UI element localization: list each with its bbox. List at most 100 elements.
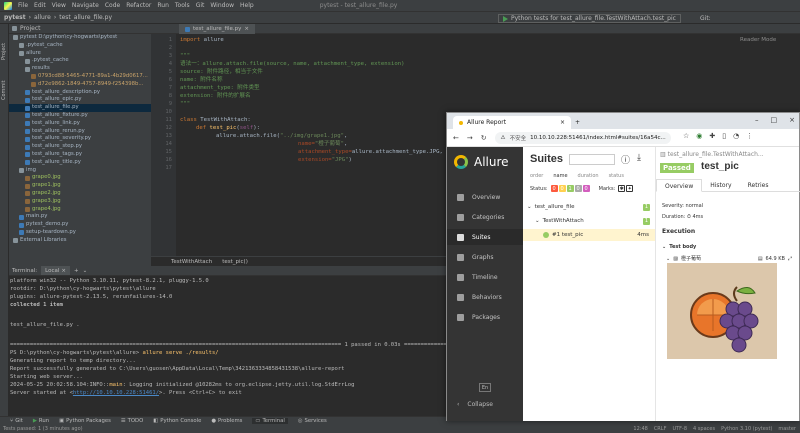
project-tree-item[interactable]: pytest_demo.py (9, 221, 151, 229)
column-order[interactable]: order (530, 173, 543, 179)
status-passed-count[interactable]: 1 (566, 185, 574, 192)
project-tree-item[interactable]: pytest D:\python\cy-hogwarts\pytest (9, 34, 151, 42)
nav-timeline[interactable]: Timeline (447, 269, 523, 285)
tab-history[interactable]: History (702, 179, 739, 192)
close-icon[interactable]: × (244, 26, 249, 32)
new-failed-mark-icon[interactable]: ✦ (626, 185, 634, 192)
project-tree-item[interactable]: test_allure_fixture.py (9, 112, 151, 120)
tool-run[interactable]: ▶ Run (33, 418, 49, 424)
split-view-icon[interactable]: ▥ (660, 151, 666, 158)
menu-navigate[interactable]: Navigate (72, 2, 99, 9)
tool-python-packages[interactable]: ▣ Python Packages (59, 418, 111, 424)
allure-brand[interactable]: Allure (454, 155, 509, 169)
status-interpreter[interactable]: Python 3.10 (pytest) (721, 426, 772, 432)
nav-packages[interactable]: Packages (447, 309, 523, 325)
close-icon[interactable]: × (560, 119, 565, 126)
column-name[interactable]: name (553, 173, 567, 179)
server-url-link[interactable]: http://10.10.10.228:51461/ (73, 390, 159, 396)
nav-project[interactable]: pytest (4, 14, 26, 21)
commit-tool-tab[interactable]: Commit (1, 80, 7, 100)
star-icon[interactable]: ☆ (683, 132, 689, 140)
status-unknown-count[interactable]: 0 (582, 185, 590, 192)
profile-icon[interactable]: ◔ (733, 132, 739, 140)
new-tab-icon[interactable]: + (575, 119, 580, 126)
status-position[interactable]: 12:48 (633, 426, 647, 432)
download-icon[interactable]: ⤓ (637, 153, 641, 163)
menu-git[interactable]: Git (196, 2, 205, 9)
git-label[interactable]: Git: (700, 15, 711, 22)
nav-suites[interactable]: Suites (447, 229, 523, 245)
status-line-separator[interactable]: CRLF (654, 426, 667, 432)
project-tree-item[interactable]: d72e9862-1849-4757-8949-f254398b... (9, 81, 151, 89)
close-icon[interactable]: × (61, 268, 66, 274)
add-terminal-icon[interactable]: + (74, 268, 79, 274)
tool-terminal[interactable]: ▭ Terminal (252, 418, 288, 424)
flaky-mark-icon[interactable]: ✱ (618, 185, 626, 192)
status-broken-count[interactable]: 0 (558, 185, 566, 192)
project-tree-item[interactable]: grape0.jpg (9, 174, 151, 182)
project-panel-title[interactable]: Project (20, 25, 41, 32)
project-tree-item[interactable]: grape2.jpg (9, 190, 151, 198)
info-icon[interactable]: ⓘ (621, 153, 630, 166)
tree-suite-row[interactable]: ⌄ test_allure_file 1 (523, 201, 655, 213)
tab-overview[interactable]: Overview (656, 179, 703, 192)
project-tree-item[interactable]: test_allure_tags.py (9, 151, 151, 159)
minimize-icon[interactable]: – (755, 116, 759, 124)
project-tree-item[interactable]: test_allure_rerun.py (9, 128, 151, 136)
tab-retries[interactable]: Retries (740, 179, 777, 192)
browser-tab[interactable]: Allure Report × (453, 116, 571, 129)
project-tree-item[interactable]: External Libraries (9, 237, 151, 245)
project-tree-item[interactable]: test_allure_file.py (9, 104, 151, 112)
column-duration[interactable]: duration (578, 173, 599, 179)
editor-tab-active[interactable]: test_allure_file.py × (179, 24, 255, 34)
nav-file[interactable]: test_allure_file.py (59, 14, 112, 21)
nav-categories[interactable]: Categories (447, 209, 523, 225)
terminal-local-tab[interactable]: Local × (41, 266, 70, 275)
project-tool-tab[interactable]: Project (1, 43, 7, 60)
menu-view[interactable]: View (52, 2, 66, 9)
back-icon[interactable]: ← (453, 134, 459, 142)
puzzle-icon[interactable]: ✚ (709, 132, 715, 140)
sidebar-icon[interactable]: ▯ (722, 132, 726, 140)
project-tree-item[interactable]: .pytest_cache (9, 57, 151, 65)
project-tree-item[interactable]: test_allure_description.py (9, 89, 151, 97)
maximize-icon[interactable]: □ (771, 116, 778, 124)
project-tree-item[interactable]: setup-teardown.py (9, 229, 151, 237)
nav-behaviors[interactable]: Behaviors (447, 289, 523, 305)
project-tree-item[interactable]: 0793cd88-5465-4771-89a1-4b29d0617... (9, 73, 151, 81)
status-skipped-count[interactable]: 0 (574, 185, 582, 192)
tree-test-row[interactable]: #1 test_pic 4ms (523, 229, 655, 241)
reload-icon[interactable]: ↻ (481, 134, 487, 142)
menu-dots-icon[interactable]: ⋮ (746, 132, 753, 140)
chevron-down-icon[interactable]: ⌄ (83, 268, 88, 274)
tool-problems[interactable]: ● Problems (211, 418, 242, 424)
project-tree-item[interactable]: test_allure_title.py (9, 159, 151, 167)
status-message[interactable]: Tests passed: 1 (3 minutes ago) (3, 426, 83, 432)
reader-mode-toggle[interactable]: Reader Mode (740, 37, 776, 43)
menu-window[interactable]: Window (210, 2, 234, 9)
attachment-row[interactable]: ⌄ ▨ 橙子葡萄 ▤ 64.9 KB ⤢ (666, 255, 792, 263)
menu-edit[interactable]: Edit (34, 2, 46, 9)
collapse-button[interactable]: ‹ Collapse (457, 401, 493, 408)
status-git-branch[interactable]: master (778, 426, 796, 432)
status-failed-count[interactable]: 0 (550, 185, 558, 192)
project-tree-item[interactable]: test_allure_link.py (9, 120, 151, 128)
project-tree-item[interactable]: test_allure_epic.py (9, 96, 151, 104)
menu-code[interactable]: Code (105, 2, 120, 9)
attachment-preview-image[interactable] (667, 263, 777, 359)
address-bar[interactable]: ⚠ 不安全 10.10.10.228:51461/index.html#suit… (494, 131, 671, 144)
menu-refactor[interactable]: Refactor (126, 2, 151, 9)
status-indent[interactable]: 4 spaces (693, 426, 715, 432)
project-tree-item[interactable]: main.py (9, 213, 151, 221)
expand-icon[interactable]: ⤢ (788, 256, 792, 262)
menu-help[interactable]: Help (240, 2, 254, 9)
breadcrumb-class[interactable]: TestWithAttach (171, 259, 212, 265)
tool-services[interactable]: ◎ Services (298, 418, 327, 424)
menu-run[interactable]: Run (157, 2, 169, 9)
breadcrumb-method[interactable]: test_pic() (222, 259, 248, 265)
test-body-toggle[interactable]: ⌄ Test body (662, 244, 696, 250)
project-tree-item[interactable]: test_allure_severity.py (9, 135, 151, 143)
nav-overview[interactable]: Overview (447, 189, 523, 205)
project-tree-item[interactable]: allure (9, 50, 151, 58)
nav-folder[interactable]: allure (34, 14, 51, 21)
